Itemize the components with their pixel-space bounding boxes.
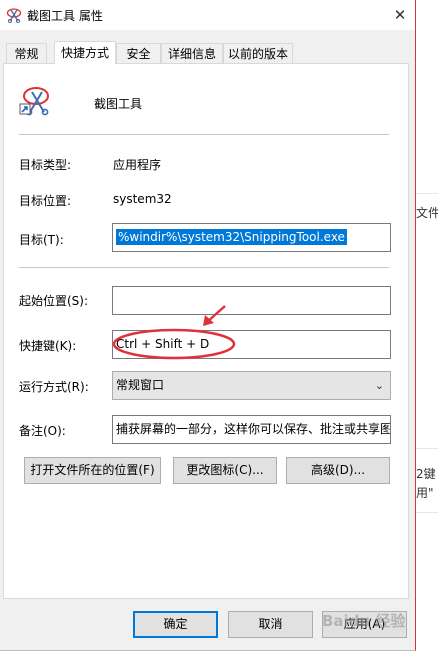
run-select-value: 常规窗口 xyxy=(116,378,165,392)
ok-button[interactable]: 确定 xyxy=(133,611,218,638)
shortcut-key-label: 快捷键(K): xyxy=(19,339,77,353)
target-input-value: %windir%\system32\SnippingTool.exe xyxy=(116,229,347,245)
target-label: 目标(T): xyxy=(19,233,64,247)
chevron-down-icon: ⌄ xyxy=(374,379,384,392)
window-title: 截图工具 属性 xyxy=(27,9,103,23)
background-divider xyxy=(416,448,438,449)
target-type-value: 应用程序 xyxy=(113,158,162,172)
tab-previous-versions[interactable]: 以前的版本 xyxy=(223,43,293,63)
background-divider xyxy=(416,512,438,513)
run-label: 运行方式(R): xyxy=(19,380,89,394)
background-divider xyxy=(416,193,438,194)
open-file-location-button[interactable]: 打开文件所在的位置(F) xyxy=(24,457,161,484)
target-location-value: system32 xyxy=(113,192,172,206)
divider xyxy=(19,267,389,268)
background-text: 2键 xyxy=(416,467,436,481)
start-in-input[interactable] xyxy=(112,286,391,315)
comment-input[interactable]: 捕获屏幕的一部分，这样你可以保存、批注或共享图 xyxy=(112,415,391,444)
target-input[interactable]: %windir%\system32\SnippingTool.exe xyxy=(112,223,391,252)
title-bar[interactable]: 截图工具 属性 ✕ xyxy=(0,0,415,30)
background-text: 文件 xyxy=(416,206,438,220)
start-in-label: 起始位置(S): xyxy=(19,294,89,308)
snipping-tool-icon xyxy=(19,87,49,116)
comment-label: 备注(O): xyxy=(19,424,66,438)
advanced-button[interactable]: 高级(D)... xyxy=(286,457,390,484)
target-location-label: 目标位置: xyxy=(19,194,72,208)
tab-details[interactable]: 详细信息 xyxy=(161,43,223,63)
shortcut-name: 截图工具 xyxy=(94,97,143,111)
tab-security[interactable]: 安全 xyxy=(116,43,161,63)
snipping-tool-icon xyxy=(6,8,22,23)
divider xyxy=(19,134,389,135)
tab-general[interactable]: 常规 xyxy=(6,43,47,63)
run-select[interactable]: 常规窗口 ⌄ xyxy=(112,371,391,400)
background-window: 文件 2键 用" xyxy=(416,0,438,658)
shortcut-key-input[interactable]: Ctrl + Shift + D xyxy=(112,330,391,359)
change-icon-button[interactable]: 更改图标(C)... xyxy=(173,457,277,484)
target-type-label: 目标类型: xyxy=(19,158,72,172)
close-button[interactable]: ✕ xyxy=(385,0,415,30)
tab-shortcut[interactable]: 快捷方式 xyxy=(54,41,116,64)
watermark: Baidu 经验 xyxy=(322,612,406,630)
properties-dialog: 截图工具 属性 ✕ 常规 快捷方式 安全 详细信息 以前的版本 截图工具 目标类… xyxy=(0,0,416,651)
background-text: 用" xyxy=(416,486,434,500)
cancel-button[interactable]: 取消 xyxy=(228,611,313,638)
